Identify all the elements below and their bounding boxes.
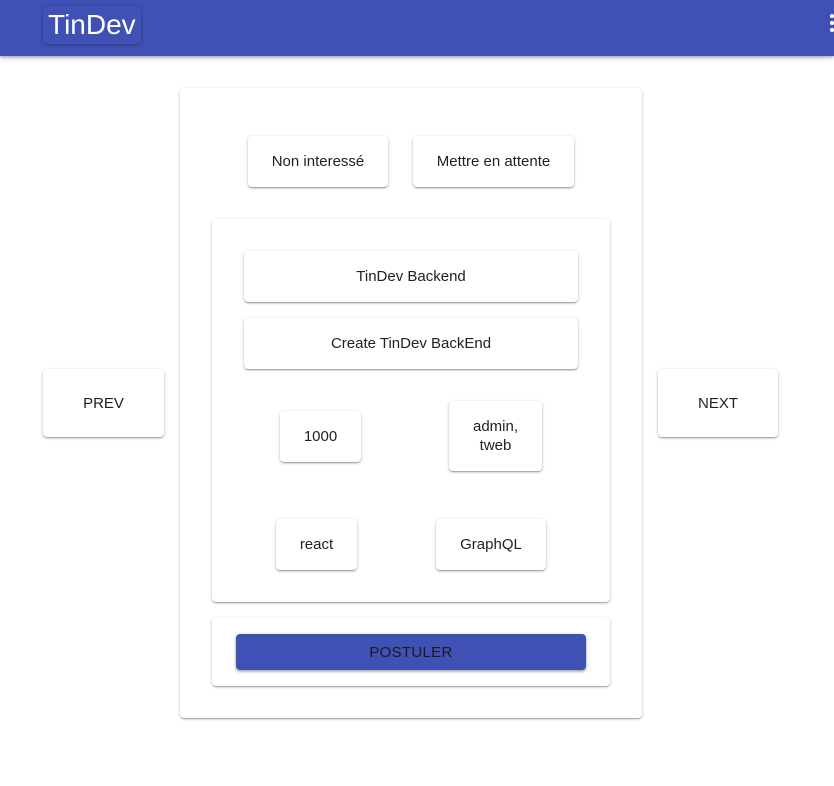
technology-chip: react bbox=[276, 519, 357, 570]
project-name: TinDev Backend bbox=[244, 251, 578, 302]
owner-item: tweb bbox=[479, 437, 512, 454]
project-budget: 1000 bbox=[280, 411, 361, 462]
owner-item: admin, bbox=[472, 418, 519, 435]
next-button[interactable]: NEXT bbox=[658, 369, 778, 437]
technology-chip: GraphQL bbox=[436, 519, 546, 570]
project-description: Create TinDev BackEnd bbox=[244, 318, 578, 369]
not-interested-button[interactable]: Non interessé bbox=[248, 136, 388, 187]
more-vert-icon[interactable] bbox=[830, 14, 834, 34]
put-on-hold-button[interactable]: Mettre en attente bbox=[413, 136, 574, 187]
app-bar: TinDev bbox=[0, 0, 834, 56]
apply-button[interactable]: POSTULER bbox=[236, 634, 586, 670]
project-owners: admin, tweb bbox=[449, 401, 542, 471]
prev-button[interactable]: PREV bbox=[43, 369, 164, 437]
app-title[interactable]: TinDev bbox=[43, 6, 141, 44]
